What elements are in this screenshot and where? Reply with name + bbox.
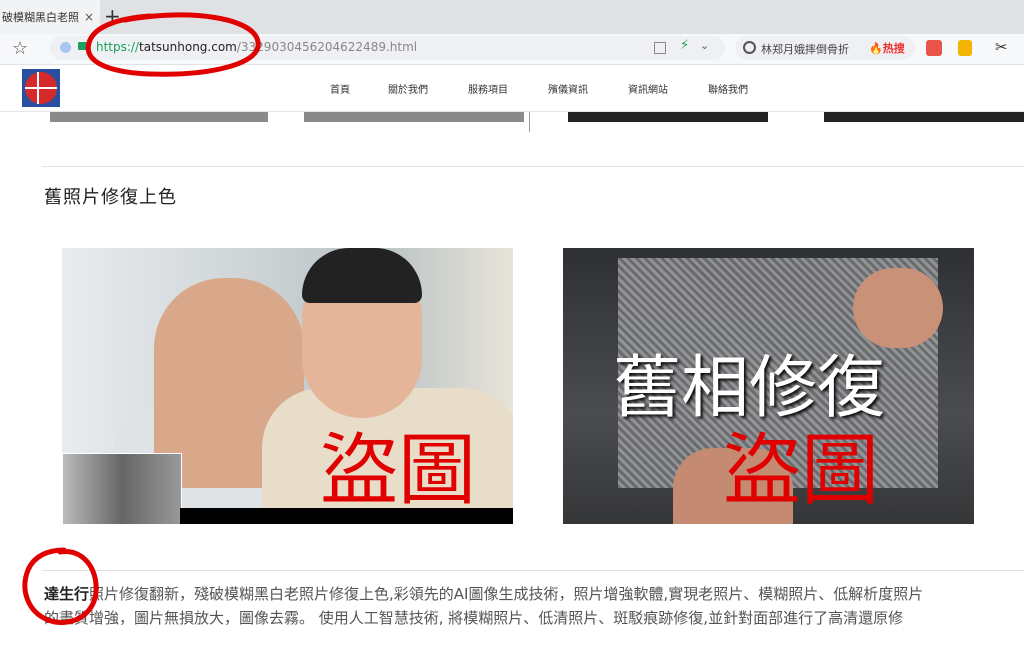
section-divider: [42, 570, 1024, 571]
paragraph-text: 照片修復翻新，殘破模糊黑白老照片修復上色,彩領先的AI圖像生成技術，照片增強軟體…: [89, 585, 924, 603]
new-tab-button[interactable]: +: [104, 4, 121, 28]
nav-item-funeral-info[interactable]: 殯儀資訊: [548, 81, 588, 96]
nav-item-home[interactable]: 首頁: [330, 81, 350, 96]
bookmark-star-icon[interactable]: ☆: [12, 38, 28, 59]
browser-tab[interactable]: 破模糊黑白老照 ×: [0, 0, 100, 34]
photo-figure: [302, 248, 422, 303]
extension-coin-icon[interactable]: [958, 40, 972, 56]
brand-name: 達生行: [44, 585, 90, 603]
nav-item-contact[interactable]: 聯絡我們: [708, 81, 748, 96]
paragraph-line: 達生行照片修復翻新，殘破模糊黑白老照片修復上色,彩領先的AI圖像生成技術，照片增…: [44, 582, 1024, 606]
nav-item-about[interactable]: 關於我們: [388, 81, 428, 96]
site-header: 首頁 關於我們 服務項目 殯儀資訊 資訊網站 聯絡我們: [0, 65, 1024, 112]
watermark-text: 盜圖: [723, 426, 880, 516]
previous-image-strip: [304, 112, 524, 122]
bolt-icon[interactable]: ⚡: [680, 38, 689, 53]
search-suggestion: 林郑月娥摔倒骨折: [761, 43, 849, 56]
tab-title: 破模糊黑白老照: [2, 11, 79, 24]
old-photo-restoration-banner: 舊相修復 盜圖: [563, 248, 974, 524]
section-divider: [42, 166, 1024, 167]
hot-search-badge[interactable]: 🔥热搜: [869, 40, 905, 56]
shield-icon: [60, 42, 71, 53]
chevron-down-icon[interactable]: ⌄: [700, 39, 709, 52]
scissors-icon[interactable]: ✂: [995, 38, 1008, 56]
address-bar[interactable]: https://tatsunhong.com/33290304562046224…: [50, 36, 725, 60]
search-box[interactable]: 林郑月娥摔倒骨折 🔥热搜: [735, 36, 915, 60]
browser-toolbar: ☆ https://tatsunhong.com/332903045620462…: [0, 34, 1024, 65]
divider: [529, 112, 530, 132]
previous-image-strip: [50, 112, 268, 122]
description-paragraph: 達生行照片修復翻新，殘破模糊黑白老照片修復上色,彩領先的AI圖像生成技術，照片增…: [44, 582, 1024, 630]
original-photo-inset: [62, 453, 182, 524]
previous-image-strip: [824, 112, 1024, 122]
nav-item-info-sites[interactable]: 資訊網站: [628, 81, 668, 96]
restored-portrait-photo: 盜圖: [62, 248, 513, 524]
qr-code-icon[interactable]: [654, 42, 666, 54]
lock-icon: [78, 42, 87, 50]
close-tab-icon[interactable]: ×: [84, 10, 94, 24]
previous-image-strip: [568, 112, 768, 122]
section-title: 舊照片修復上色: [44, 187, 177, 208]
watermark-text: 盜圖: [320, 426, 477, 516]
url-path: /3329030456204622489.html: [236, 40, 418, 54]
url-host: tatsunhong.com: [139, 40, 237, 54]
search-icon: [743, 41, 756, 54]
url-text[interactable]: https://tatsunhong.com/33290304562046224…: [96, 40, 417, 54]
site-logo[interactable]: [22, 69, 60, 107]
extension-red-icon[interactable]: [926, 40, 942, 56]
paragraph-line: 的畫質增強，圖片無損放大，圖像去霧。 使用人工智慧技術, 將模糊照片、低清照片、…: [44, 609, 904, 627]
url-scheme: https://: [96, 40, 140, 54]
browser-tab-strip: 破模糊黑白老照 × +: [0, 0, 1024, 34]
nav-item-services[interactable]: 服務項目: [468, 81, 508, 96]
logo-equator: [25, 87, 57, 89]
